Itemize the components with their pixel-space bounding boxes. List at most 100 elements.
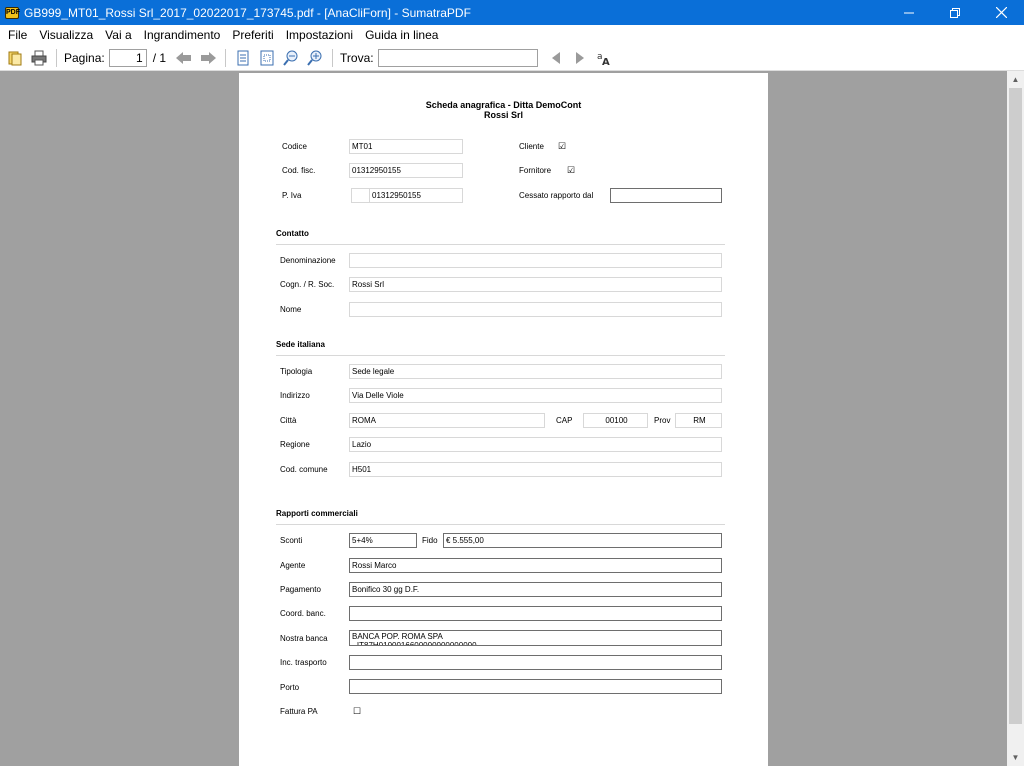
contatto-section-title: Contatto bbox=[276, 229, 309, 238]
scrollbar-thumb[interactable] bbox=[1009, 88, 1022, 724]
rapporti-section-title: Rapporti commerciali bbox=[276, 509, 358, 518]
nome-label: Nome bbox=[280, 305, 302, 314]
nome-field bbox=[349, 302, 722, 317]
agente-label: Agente bbox=[280, 561, 306, 570]
citta-label: Città bbox=[280, 416, 297, 425]
section-divider bbox=[276, 355, 725, 356]
codice-field: MT01 bbox=[349, 139, 463, 154]
agente-field: Rossi Marco bbox=[349, 558, 722, 573]
toolbar-separator bbox=[56, 48, 57, 67]
fit-width-icon bbox=[260, 50, 274, 65]
close-icon bbox=[995, 7, 1007, 18]
piva-field: 01312950155 bbox=[369, 188, 463, 203]
fido-field: € 5.555,00 bbox=[443, 533, 722, 548]
sumatra-app-icon: PDF bbox=[5, 6, 20, 19]
inc-trasporto-field bbox=[349, 655, 722, 670]
menu-visualizza[interactable]: Visualizza bbox=[33, 25, 99, 45]
match-case-icon: aA bbox=[597, 52, 610, 66]
cod-comune-field: H501 bbox=[349, 462, 722, 477]
page-total: / 1 bbox=[152, 50, 167, 65]
section-divider bbox=[276, 244, 725, 245]
nostra-banca-line2: - IT87H0100016600000000000000 bbox=[352, 641, 477, 646]
citta-field: ROMA bbox=[349, 413, 545, 428]
previous-page-button[interactable] bbox=[174, 48, 194, 68]
vertical-scrollbar[interactable]: ▲ ▼ bbox=[1007, 71, 1024, 766]
cognome-field: Rossi Srl bbox=[349, 277, 722, 292]
nostra-banca-field: BANCA POP. ROMA SPA - IT87H0100016600000… bbox=[349, 630, 722, 646]
menu-bar: File Visualizza Vai a Ingrandimento Pref… bbox=[0, 25, 1024, 45]
regione-field: Lazio bbox=[349, 437, 722, 452]
porto-field bbox=[349, 679, 722, 694]
fit-width-button[interactable] bbox=[257, 48, 277, 68]
regione-label: Regione bbox=[280, 440, 310, 449]
cognome-label: Cogn. / R. Soc. bbox=[280, 280, 335, 289]
menu-file[interactable]: File bbox=[0, 25, 33, 45]
triangle-right-icon bbox=[575, 51, 584, 64]
tipologia-field: Sede legale bbox=[349, 364, 722, 379]
cessato-field bbox=[610, 188, 722, 203]
codice-label: Codice bbox=[282, 142, 307, 151]
zoom-out-icon bbox=[283, 50, 298, 66]
fornitore-checkbox: ☑ bbox=[567, 165, 576, 175]
close-button[interactable] bbox=[978, 0, 1024, 25]
fattura-pa-label: Fattura PA bbox=[280, 707, 318, 716]
porto-label: Porto bbox=[280, 683, 300, 692]
scroll-up-arrow-icon[interactable]: ▲ bbox=[1007, 71, 1024, 88]
menu-ingrandimento[interactable]: Ingrandimento bbox=[138, 25, 227, 45]
menu-guida-in-linea[interactable]: Guida in linea bbox=[359, 25, 444, 45]
section-divider bbox=[276, 524, 725, 525]
find-next-button[interactable] bbox=[570, 48, 590, 68]
find-label: Trova: bbox=[340, 50, 374, 65]
find-input[interactable] bbox=[377, 48, 538, 67]
zoom-out-button[interactable] bbox=[281, 48, 301, 68]
title-bar: PDF GB999_MT01_Rossi Srl_2017_02022017_1… bbox=[0, 0, 1024, 25]
denominazione-field bbox=[349, 253, 722, 268]
open-button[interactable] bbox=[5, 48, 25, 68]
cliente-label: Cliente bbox=[519, 142, 544, 151]
printer-icon bbox=[31, 50, 47, 65]
restore-button[interactable] bbox=[932, 0, 978, 25]
zoom-in-button[interactable] bbox=[305, 48, 325, 68]
page-label: Pagina: bbox=[64, 50, 105, 65]
fido-label: Fido bbox=[422, 536, 438, 545]
print-button[interactable] bbox=[29, 48, 49, 68]
cap-label: CAP bbox=[556, 416, 573, 425]
tipologia-label: Tipologia bbox=[280, 367, 313, 376]
nostra-banca-label: Nostra banca bbox=[280, 634, 328, 643]
sconti-field: 5+4% bbox=[349, 533, 417, 548]
nostra-banca-line1: BANCA POP. ROMA SPA bbox=[352, 632, 443, 641]
sede-section-title: Sede italiana bbox=[276, 340, 325, 349]
piva-prefix-field bbox=[351, 188, 370, 203]
indirizzo-label: Indirizzo bbox=[280, 391, 310, 400]
denominazione-label: Denominazione bbox=[280, 256, 336, 265]
toolbar-separator bbox=[332, 48, 334, 67]
fit-page-button[interactable] bbox=[233, 48, 253, 68]
pagamento-field: Bonifico 30 gg D.F. bbox=[349, 582, 722, 597]
page-number-input[interactable] bbox=[108, 48, 147, 67]
find-previous-button[interactable] bbox=[546, 48, 566, 68]
codfisc-label: Cod. fisc. bbox=[282, 166, 316, 175]
open-folder-icon bbox=[8, 51, 22, 65]
arrow-right-icon bbox=[201, 51, 217, 64]
match-case-button[interactable]: aA bbox=[594, 48, 614, 68]
coord-banc-label: Coord. banc. bbox=[280, 609, 326, 618]
pdf-page: Scheda anagrafica - Ditta DemoCont Rossi… bbox=[239, 73, 768, 766]
prov-label: Prov bbox=[654, 416, 671, 425]
window-controls bbox=[886, 0, 1024, 25]
fornitore-label: Fornitore bbox=[519, 166, 552, 175]
indirizzo-field: Via Delle Viole bbox=[349, 388, 722, 403]
menu-preferiti[interactable]: Preferiti bbox=[226, 25, 279, 45]
window-title: GB999_MT01_Rossi Srl_2017_02022017_17374… bbox=[24, 5, 471, 20]
scroll-down-arrow-icon[interactable]: ▼ bbox=[1007, 749, 1024, 766]
minimize-button[interactable] bbox=[886, 0, 932, 25]
menu-impostazioni[interactable]: Impostazioni bbox=[280, 25, 359, 45]
cap-field: 00100 bbox=[583, 413, 648, 428]
toolbar: Pagina: / 1 Trova: aA bbox=[0, 45, 1024, 71]
toolbar-separator bbox=[225, 48, 227, 67]
menu-vai-a[interactable]: Vai a bbox=[99, 25, 137, 45]
pagamento-label: Pagamento bbox=[280, 585, 321, 594]
inc-trasporto-label: Inc. trasporto bbox=[280, 658, 327, 667]
cliente-checkbox: ☑ bbox=[558, 141, 567, 151]
zoom-in-icon bbox=[307, 50, 322, 66]
next-page-button[interactable] bbox=[198, 48, 218, 68]
